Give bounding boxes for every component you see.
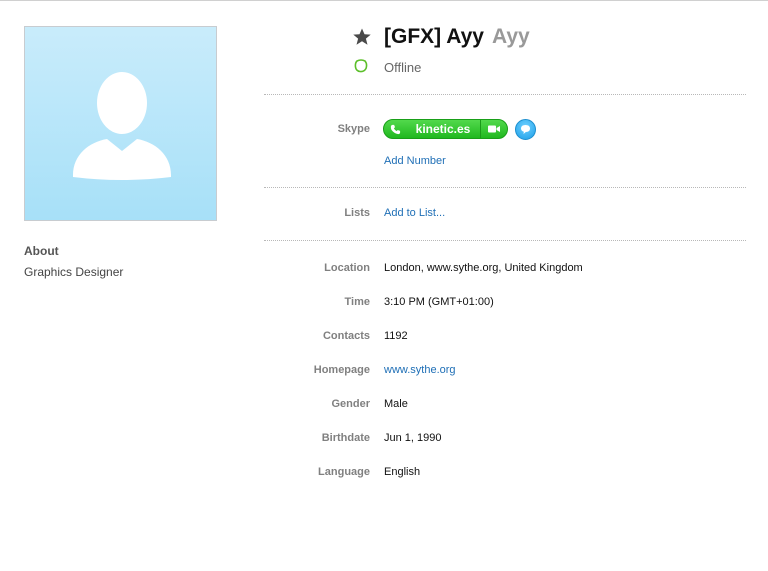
star-icon[interactable] [352, 27, 372, 47]
contacts-value: 1192 [384, 330, 408, 342]
divider [264, 187, 746, 188]
gender-value: Male [384, 398, 408, 410]
avatar [24, 26, 217, 221]
default-avatar-silhouette-icon [73, 72, 171, 180]
chat-bubble-icon [521, 125, 530, 134]
about-value: Graphics Designer [24, 265, 124, 279]
language-value: English [384, 466, 421, 478]
location-label: Location [324, 262, 370, 274]
birthdate-value: Jun 1, 1990 [384, 432, 442, 444]
gender-label: Gender [331, 398, 370, 410]
about-label: About [24, 244, 59, 258]
call-button[interactable]: kinetic.es [383, 119, 508, 139]
presence-offline-icon [354, 59, 368, 73]
homepage-label: Homepage [313, 364, 370, 376]
add-number-link[interactable]: Add Number [384, 155, 446, 167]
contact-name: [GFX] Ayy Ayy [384, 25, 530, 49]
birthdate-label: Birthdate [321, 432, 370, 444]
time-label: Time [344, 296, 370, 308]
language-label: Language [318, 466, 370, 478]
homepage-link[interactable]: www.sythe.org [384, 364, 456, 376]
time-value: 3:10 PM (GMT+01:00) [384, 296, 494, 308]
divider [264, 240, 746, 241]
contacts-label: Contacts [322, 330, 370, 342]
nickname: Ayy [491, 25, 530, 48]
divider [264, 94, 746, 95]
status-text: Offline [384, 60, 422, 75]
phone-icon [384, 124, 406, 135]
video-camera-icon[interactable] [481, 125, 507, 133]
skype-label: Skype [337, 123, 370, 135]
chat-button[interactable] [515, 119, 536, 140]
display-name: [GFX] Ayy [384, 25, 484, 48]
location-value: London, www.sythe.org, United Kingdom [384, 262, 583, 274]
lists-label: Lists [344, 207, 370, 219]
skype-handle: kinetic.es [415, 122, 471, 136]
add-to-list-link[interactable]: Add to List... [384, 207, 445, 219]
